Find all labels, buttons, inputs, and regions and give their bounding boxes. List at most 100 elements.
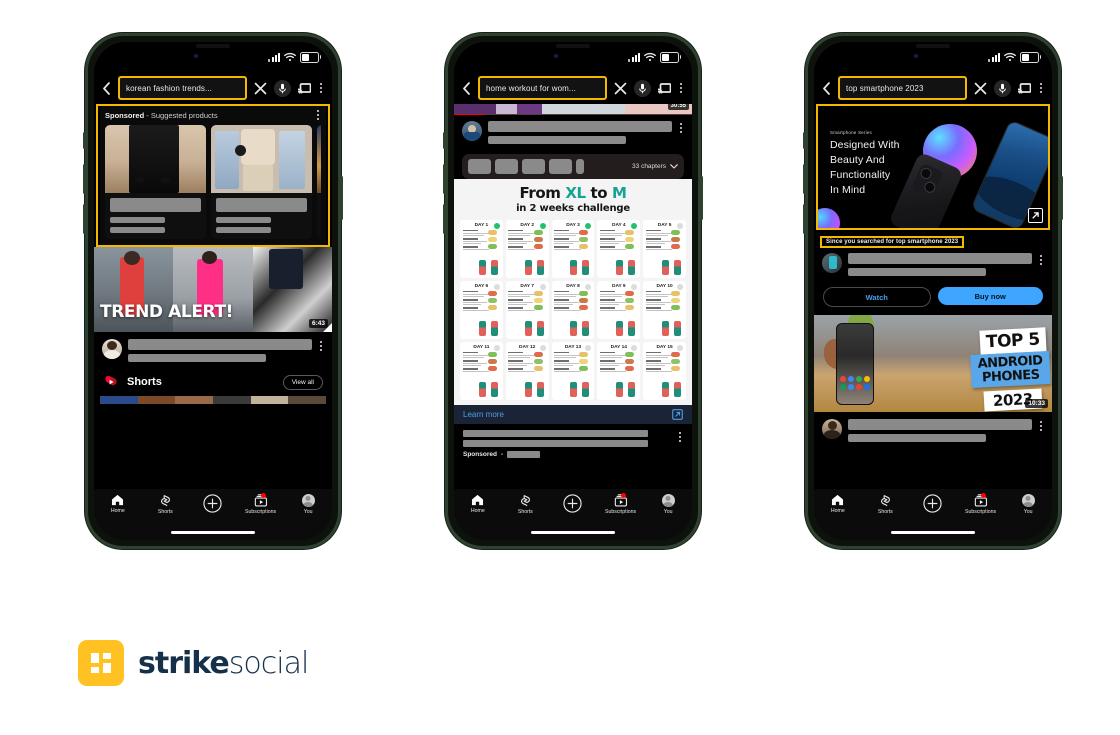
nav-shorts[interactable]: Shorts (502, 494, 550, 515)
watch-button[interactable]: Watch (823, 287, 931, 307)
microphone-icon[interactable] (274, 79, 291, 97)
view-all-button[interactable]: View all (282, 374, 323, 390)
nav-you[interactable]: You (644, 494, 692, 515)
avatar[interactable] (462, 121, 482, 141)
learn-more-banner[interactable]: Learn more (454, 404, 692, 424)
food-illustration (625, 229, 637, 252)
video-player-strip[interactable]: 30:55 (454, 102, 692, 115)
phone-mute-switch[interactable] (443, 132, 446, 149)
bottom-navigation[interactable]: Home Shorts Subscriptions You (94, 489, 332, 540)
product-card[interactable] (317, 125, 321, 239)
nav-subscriptions-label: Subscriptions (245, 509, 277, 515)
cta-row[interactable]: Watch Buy now (814, 280, 1052, 315)
chapter-chip[interactable] (549, 159, 572, 174)
nav-shorts[interactable]: Shorts (142, 494, 190, 515)
title-m: M (611, 184, 627, 202)
advertiser-avatar[interactable] (822, 253, 842, 273)
chapter-chip[interactable] (522, 159, 545, 174)
cast-icon[interactable] (1018, 82, 1031, 94)
nav-you[interactable]: You (1004, 494, 1052, 515)
chapter-chip[interactable] (468, 159, 491, 174)
video-thumbnail[interactable]: TREND ALERT! 6:43 (94, 247, 332, 332)
nav-subscriptions[interactable]: Subscriptions (957, 493, 1005, 515)
more-vertical-icon[interactable] (677, 431, 683, 442)
video-meta-row[interactable] (814, 412, 1052, 446)
exercise-illustration (463, 258, 500, 275)
chapters-bar[interactable]: 33 chapters (462, 154, 684, 179)
video-meta-row[interactable] (94, 332, 332, 366)
close-icon[interactable] (974, 82, 987, 95)
nav-create[interactable] (549, 494, 597, 513)
search-input[interactable]: top smartphone 2023 (838, 76, 967, 100)
video-thumbnail[interactable]: TOP 5 ANDROID PHONES 2023 10:33 (814, 315, 1052, 412)
external-link-icon[interactable] (1028, 208, 1043, 223)
cast-icon[interactable] (658, 82, 671, 94)
video-meta-row[interactable] (454, 115, 692, 148)
ad-meta-row[interactable] (814, 248, 1052, 280)
more-vertical-icon[interactable] (318, 83, 324, 93)
bottom-navigation[interactable]: Home Shorts Subscriptions You (454, 489, 692, 540)
more-vertical-icon[interactable] (1038, 255, 1044, 265)
check-icon (539, 222, 546, 229)
shorts-shelf-header[interactable]: Shorts View all (94, 366, 332, 396)
more-vertical-icon[interactable] (678, 123, 684, 133)
microphone-icon[interactable] (634, 79, 651, 97)
nav-subscriptions-label: Subscriptions (605, 509, 637, 515)
phone-power-button[interactable] (340, 176, 343, 220)
avatar[interactable] (822, 419, 842, 439)
buy-now-button[interactable]: Buy now (937, 287, 1043, 305)
masthead-ad[interactable]: Smartphone Series Designed With Beauty A… (816, 104, 1050, 230)
back-arrow-icon[interactable] (462, 81, 471, 95)
phone-power-button[interactable] (700, 176, 703, 220)
bottom-navigation[interactable]: Home Shorts Subscriptions You (814, 489, 1052, 540)
plus-circle-icon (923, 494, 943, 513)
more-vertical-icon[interactable] (1038, 83, 1044, 93)
phone-volume-down-button[interactable] (443, 204, 446, 234)
nav-shorts[interactable]: Shorts (862, 494, 910, 515)
phone-volume-down-button[interactable] (803, 204, 806, 234)
nav-home[interactable]: Home (814, 494, 862, 514)
sponsored-label: Sponsored - (463, 450, 683, 458)
chapter-chip[interactable] (576, 159, 584, 174)
sponsored-products-card[interactable]: Sponsored - Suggested products (96, 104, 330, 247)
back-arrow-icon[interactable] (102, 81, 111, 95)
shorts-thumbnails-row[interactable] (100, 396, 326, 404)
nav-create[interactable] (189, 494, 237, 513)
phone-mute-switch[interactable] (803, 132, 806, 149)
nav-subscriptions[interactable]: Subscriptions (237, 493, 285, 515)
phone-volume-up-button[interactable] (803, 164, 806, 194)
food-illustration (579, 290, 591, 313)
phone-volume-down-button[interactable] (83, 204, 86, 234)
close-icon[interactable] (254, 82, 267, 95)
phone-mute-switch[interactable] (83, 132, 86, 149)
ad-meta-row[interactable]: Sponsored - (454, 424, 692, 463)
infographic-day-card: DAY 5 (643, 219, 686, 278)
cast-icon[interactable] (298, 82, 311, 94)
nav-subscriptions[interactable]: Subscriptions (597, 493, 645, 515)
avatar[interactable] (102, 339, 122, 359)
back-arrow-icon[interactable] (822, 81, 831, 95)
close-icon[interactable] (614, 82, 627, 95)
more-vertical-icon[interactable] (315, 110, 321, 120)
nav-you[interactable]: You (284, 494, 332, 515)
chapters-count[interactable]: 33 chapters (632, 163, 678, 170)
product-carousel[interactable] (105, 125, 321, 239)
search-input[interactable]: home workout for wom... (478, 76, 607, 100)
more-vertical-icon[interactable] (318, 341, 324, 351)
phone-home-workout: home workout for wom... 30:55 33 chapter… (443, 33, 703, 549)
ad-infographic[interactable]: From XL to M in 2 weeks challenge DAY 1D… (454, 179, 692, 405)
product-card[interactable] (105, 125, 206, 239)
phone-volume-up-button[interactable] (443, 164, 446, 194)
chapter-chip[interactable] (495, 159, 518, 174)
nav-create[interactable] (909, 494, 957, 513)
product-card[interactable] (211, 125, 312, 239)
more-vertical-icon[interactable] (678, 83, 684, 93)
microphone-icon[interactable] (994, 79, 1011, 97)
more-vertical-icon[interactable] (1038, 421, 1044, 431)
nav-home[interactable]: Home (94, 494, 142, 514)
signal-icon (268, 52, 280, 62)
search-input[interactable]: korean fashion trends... (118, 76, 247, 100)
nav-home[interactable]: Home (454, 494, 502, 514)
phone-volume-up-button[interactable] (83, 164, 86, 194)
phone-power-button[interactable] (1060, 176, 1063, 220)
